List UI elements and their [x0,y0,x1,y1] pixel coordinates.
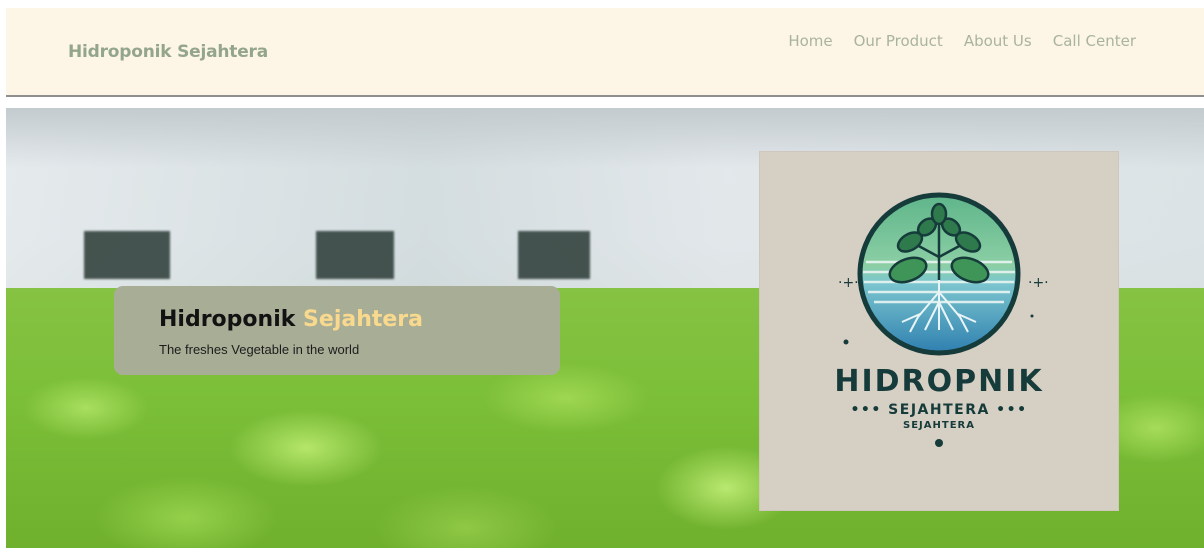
logo-card: ·+· ·+· HIDROPNIK ••• SEJAHTERA ••• SEJA… [760,152,1118,510]
hero-subtitle: The freshes Vegetable in the world [159,342,360,357]
hero-greenhouse-window [84,231,170,279]
logo-subtitle: ••• SEJAHTERA ••• [850,402,1028,418]
brand-logo-text[interactable]: Hidroponik Sejahtera [68,42,268,62]
navbar: Hidroponik Sejahtera Home Our Product Ab… [6,8,1204,97]
nav-our-product-link[interactable]: Our Product [854,32,943,50]
nav-home-link[interactable]: Home [788,32,832,50]
page: Hidroponik Sejahtera Home Our Product Ab… [6,8,1204,548]
logo-subtitle-small: SEJAHTERA [903,420,975,431]
hero-title-part2: Sejahtera [303,307,423,332]
svg-text:·+·: ·+· [1028,275,1049,291]
hero-greenhouse-window [518,231,590,279]
nav-about-us-link[interactable]: About Us [964,32,1032,50]
hero-title-part1: Hidroponik [159,307,296,332]
hero-greenhouse-window [316,231,394,279]
nav-call-center-link[interactable]: Call Center [1053,32,1136,50]
main-nav: Home Our Product About Us Call Center [788,32,1136,50]
hero-banner: Hidroponik Sejahtera The freshes Vegetab… [6,108,1204,548]
logo-name: HIDROPNIK [834,364,1044,399]
hero-tagline-card: Hidroponik Sejahtera The freshes Vegetab… [114,286,560,375]
plant-roots-water-icon: ·+· ·+· [838,192,1049,447]
hero-title: Hidroponik Sejahtera [159,307,423,332]
svg-text:·+·: ·+· [838,275,859,291]
